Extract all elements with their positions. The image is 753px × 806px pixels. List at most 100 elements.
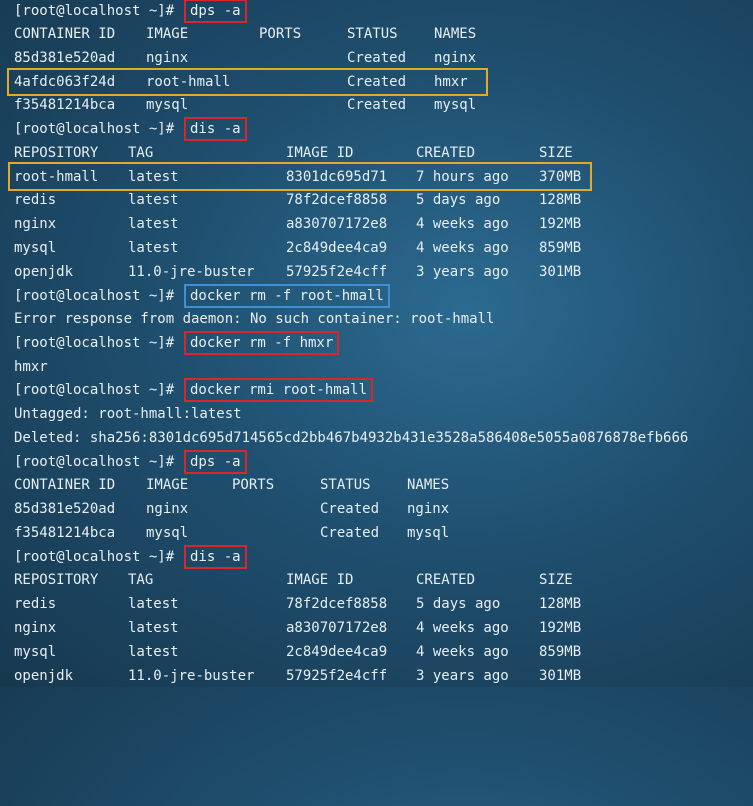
- prompt-line: [root@localhost ~]# dis -a: [14, 545, 247, 569]
- image-created: 4 weeks ago: [416, 240, 509, 256]
- container-id: 85d381e520ad: [14, 50, 116, 66]
- header-ports: PORTS: [259, 26, 302, 42]
- prompt-line: [root@localhost ~]# dis -a: [14, 117, 247, 141]
- container-status: Created: [347, 50, 407, 66]
- shell-prompt: [root@localhost ~]#: [14, 121, 175, 137]
- command-output: hmxr: [14, 359, 48, 375]
- container-image: nginx: [146, 501, 189, 517]
- table-row: root-hmall latest 8301dc695d71 7 hours a…: [14, 167, 581, 187]
- container-image: root-hmall: [146, 74, 231, 90]
- header-size: SIZE: [539, 145, 573, 161]
- image-repository: mysql: [14, 644, 57, 660]
- image-repository: redis: [14, 596, 57, 612]
- command-dis: dis -a: [184, 117, 247, 141]
- header-created: CREATED: [416, 572, 476, 588]
- header-names: NAMES: [407, 477, 450, 493]
- image-tag: latest: [128, 216, 179, 232]
- header-status: STATUS: [347, 26, 398, 42]
- image-id: a830707172e8: [286, 620, 388, 636]
- table-row: f35481214bca mysql Created mysql: [14, 95, 476, 115]
- header-container-id: CONTAINER ID: [14, 477, 116, 493]
- image-repository: nginx: [14, 216, 57, 232]
- prompt-line: [root@localhost ~]# docker rmi root-hmal…: [14, 378, 374, 402]
- header-repository: REPOSITORY: [14, 572, 99, 588]
- table-row: nginx latest a830707172e8 4 weeks ago 19…: [14, 214, 581, 234]
- container-name: nginx: [434, 50, 477, 66]
- header-image: IMAGE: [146, 26, 189, 42]
- shell-prompt: [root@localhost ~]#: [14, 3, 175, 19]
- image-created: 4 weeks ago: [416, 644, 509, 660]
- image-created: 3 years ago: [416, 668, 509, 684]
- image-size: 128MB: [539, 192, 582, 208]
- command-rm-hmxr: docker rm -f hmxr: [184, 331, 340, 355]
- image-tag: latest: [128, 596, 179, 612]
- prompt-line: [root@localhost ~]# docker rm -f root-hm…: [14, 284, 390, 308]
- shell-prompt: [root@localhost ~]#: [14, 382, 175, 398]
- image-id: 2c849dee4ca9: [286, 644, 388, 660]
- image-tag: latest: [128, 240, 179, 256]
- image-created: 7 hours ago: [416, 169, 509, 185]
- container-status: Created: [347, 74, 407, 90]
- header-tag: TAG: [128, 145, 154, 161]
- command-dps: dps -a: [184, 450, 247, 474]
- container-status: Created: [320, 501, 380, 517]
- table-row: f35481214bca mysql Created mysql: [14, 523, 449, 543]
- header-size: SIZE: [539, 572, 573, 588]
- container-image: mysql: [146, 97, 189, 113]
- image-repository: nginx: [14, 620, 57, 636]
- container-id: 4afdc063f24d: [14, 74, 116, 90]
- container-name: hmxr: [434, 74, 468, 90]
- command-rm-root-hmall: docker rm -f root-hmall: [184, 284, 390, 308]
- containers-header-row: CONTAINER ID IMAGE PORTS STATUS NAMES: [14, 24, 476, 44]
- table-row: openjdk 11.0-jre-buster 57925f2e4cff 3 y…: [14, 262, 581, 282]
- image-id: 78f2dcef8858: [286, 192, 388, 208]
- shell-prompt: [root@localhost ~]#: [14, 454, 175, 470]
- container-id: 85d381e520ad: [14, 501, 116, 517]
- image-created: 5 days ago: [416, 192, 501, 208]
- container-id: f35481214bca: [14, 97, 116, 113]
- header-image: IMAGE: [146, 477, 189, 493]
- table-row: 4afdc063f24d root-hmall Created hmxr: [14, 72, 468, 92]
- image-repository: root-hmall: [14, 169, 99, 185]
- image-id: 78f2dcef8858: [286, 596, 388, 612]
- container-name: nginx: [407, 501, 450, 517]
- image-created: 5 days ago: [416, 596, 501, 612]
- table-row: mysql latest 2c849dee4ca9 4 weeks ago 85…: [14, 238, 581, 258]
- image-tag: latest: [128, 192, 179, 208]
- header-ports: PORTS: [232, 477, 275, 493]
- image-size: 370MB: [539, 169, 582, 185]
- image-id: a830707172e8: [286, 216, 388, 232]
- terminal-window[interactable]: [root@localhost ~]# dps -a CONTAINER ID …: [0, 0, 753, 687]
- header-status: STATUS: [320, 477, 371, 493]
- shell-prompt: [root@localhost ~]#: [14, 335, 175, 351]
- container-image: mysql: [146, 525, 189, 541]
- image-size: 859MB: [539, 240, 582, 256]
- prompt-line: [root@localhost ~]# docker rm -f hmxr: [14, 331, 340, 355]
- containers-header-row: CONTAINER ID IMAGE PORTS STATUS NAMES: [14, 475, 449, 495]
- header-tag: TAG: [128, 572, 154, 588]
- deleted-output: Deleted: sha256:8301dc695d714565cd2bb467…: [14, 430, 689, 446]
- image-id: 8301dc695d71: [286, 169, 388, 185]
- table-row: redis latest 78f2dcef8858 5 days ago 128…: [14, 594, 581, 614]
- image-tag: latest: [128, 644, 179, 660]
- image-tag: 11.0-jre-buster: [128, 668, 255, 684]
- image-repository: mysql: [14, 240, 57, 256]
- image-id: 2c849dee4ca9: [286, 240, 388, 256]
- prompt-line: [root@localhost ~]# dps -a: [14, 450, 247, 474]
- image-repository: openjdk: [14, 264, 74, 280]
- header-repository: REPOSITORY: [14, 145, 99, 161]
- image-size: 859MB: [539, 644, 582, 660]
- image-created: 4 weeks ago: [416, 216, 509, 232]
- header-created: CREATED: [416, 145, 476, 161]
- image-tag: latest: [128, 169, 179, 185]
- table-row: openjdk 11.0-jre-buster 57925f2e4cff 3 y…: [14, 666, 581, 686]
- header-container-id: CONTAINER ID: [14, 26, 116, 42]
- container-name: mysql: [434, 97, 477, 113]
- image-id: 57925f2e4cff: [286, 264, 388, 280]
- container-name: mysql: [407, 525, 450, 541]
- image-size: 192MB: [539, 620, 582, 636]
- header-image-id: IMAGE ID: [286, 572, 354, 588]
- untagged-output: Untagged: root-hmall:latest: [14, 406, 242, 422]
- table-row: mysql latest 2c849dee4ca9 4 weeks ago 85…: [14, 642, 581, 662]
- container-image: nginx: [146, 50, 189, 66]
